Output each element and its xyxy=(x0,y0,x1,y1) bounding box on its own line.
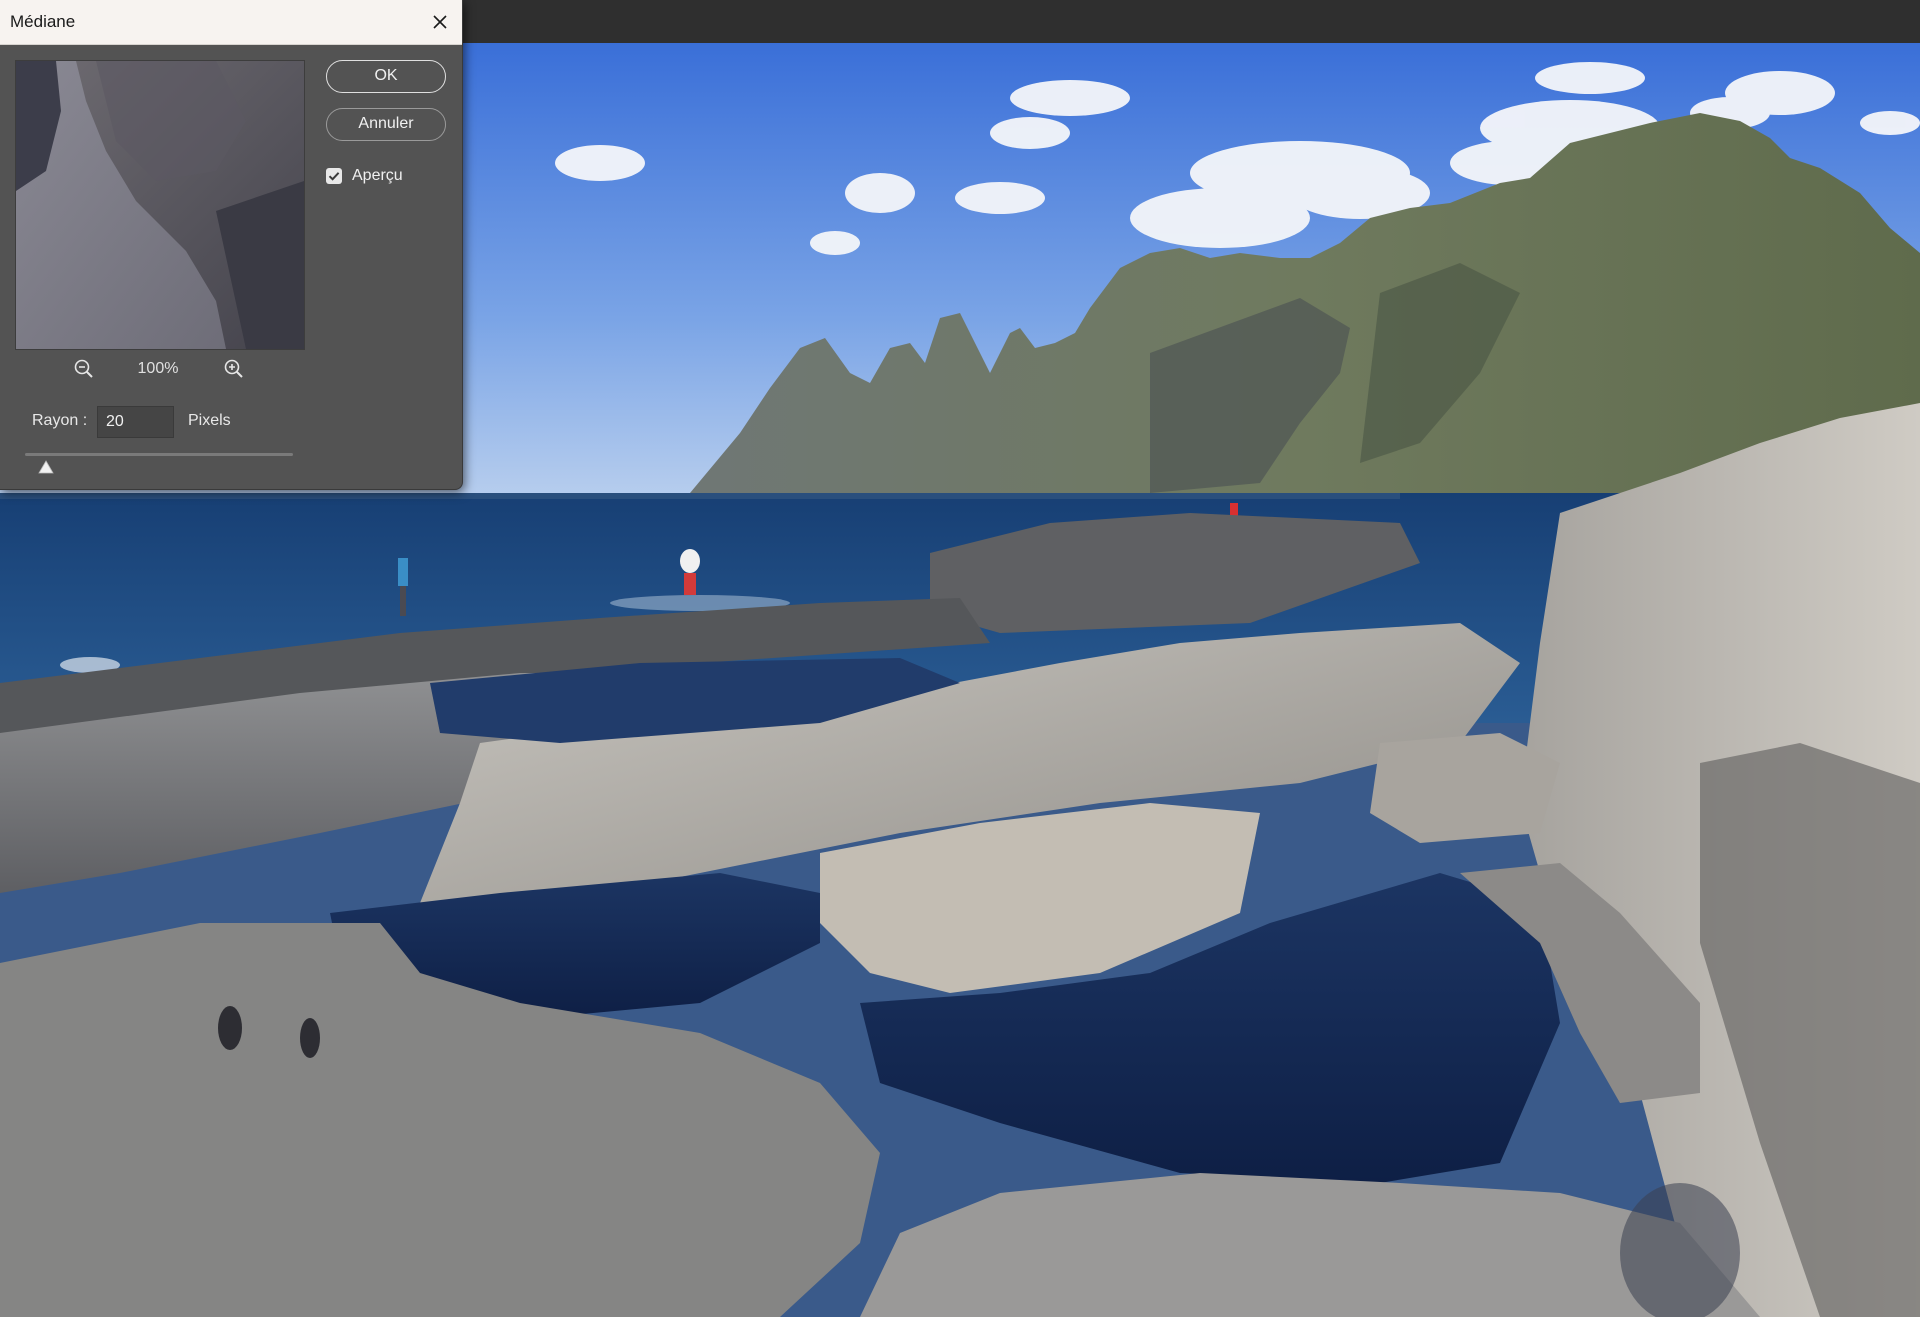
median-filter-dialog: Médiane 100% OK Annuler Aperçu Rayon: 2… xyxy=(0,0,463,490)
radius-input[interactable] xyxy=(97,406,174,438)
zoom-level: 100% xyxy=(137,360,179,377)
preview-checkbox-label: Aperçu xyxy=(352,167,403,184)
dialog-title: Médiane xyxy=(10,12,76,31)
radius-slider-track[interactable] xyxy=(25,453,293,456)
preview-image xyxy=(16,61,304,349)
ok-button[interactable]: OK xyxy=(326,60,446,93)
zoom-in-button[interactable] xyxy=(222,357,246,381)
cancel-button[interactable]: Annuler xyxy=(326,108,446,141)
checkmark-icon xyxy=(328,172,340,181)
close-button[interactable] xyxy=(426,8,454,36)
photoshop-workspace: Médiane 100% OK Annuler Aperçu Rayon: 2… xyxy=(0,0,1920,1317)
zoom-out-button[interactable] xyxy=(72,357,96,381)
checkbox-box[interactable] xyxy=(326,168,342,184)
zoom-in-icon xyxy=(224,359,243,378)
dialog-titlebar[interactable]: Médiane xyxy=(0,0,462,45)
close-icon xyxy=(433,15,447,29)
radius-unit-label: Pixels xyxy=(188,412,231,429)
slider-thumb-icon xyxy=(38,460,55,474)
filter-preview[interactable] xyxy=(15,60,305,350)
radius-slider-thumb[interactable] xyxy=(38,460,55,474)
zoom-out-icon xyxy=(74,359,93,378)
radius-label: Rayon : xyxy=(32,412,88,429)
